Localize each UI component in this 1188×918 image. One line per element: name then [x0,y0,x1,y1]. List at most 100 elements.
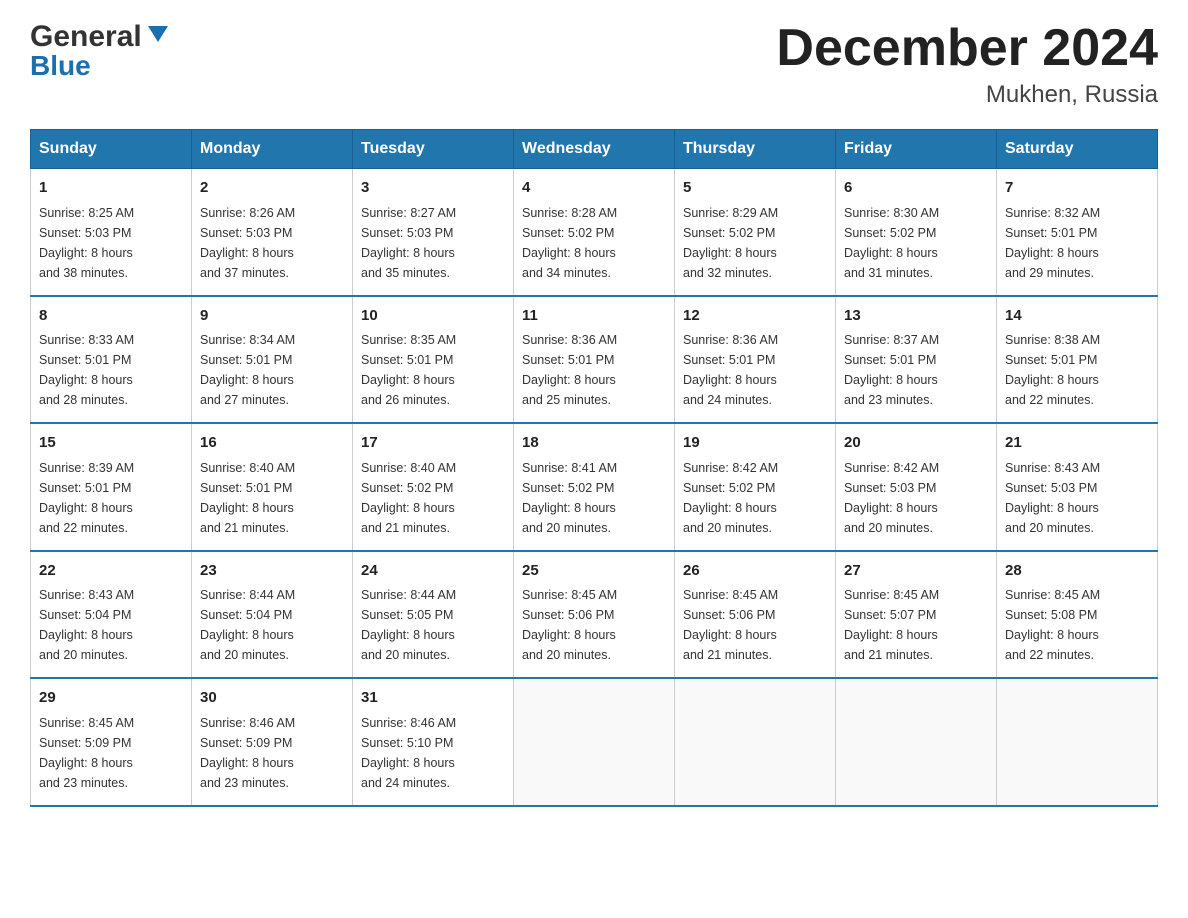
calendar-week-2: 8Sunrise: 8:33 AMSunset: 5:01 PMDaylight… [31,296,1158,424]
daylight-label: Daylight: 8 hours [200,373,294,387]
sunrise-value: Sunrise: 8:27 AM [361,206,456,220]
day-info: Sunrise: 8:45 AMSunset: 5:09 PMDaylight:… [39,713,183,793]
daylight-label: Daylight: 8 hours [844,246,938,260]
daylight-minutes: and 20 minutes. [522,521,611,535]
calendar-cell: 7Sunrise: 8:32 AMSunset: 5:01 PMDaylight… [997,169,1158,296]
sunrise-value: Sunrise: 8:28 AM [522,206,617,220]
sunset-value: Sunset: 5:09 PM [200,736,292,750]
sunrise-value: Sunrise: 8:43 AM [1005,461,1100,475]
calendar-cell [675,678,836,806]
day-number: 8 [39,305,183,328]
logo: General Blue [30,20,172,82]
sunset-value: Sunset: 5:03 PM [1005,481,1097,495]
daylight-label: Daylight: 8 hours [844,373,938,387]
sunrise-value: Sunrise: 8:26 AM [200,206,295,220]
daylight-minutes: and 20 minutes. [39,648,128,662]
calendar-cell: 17Sunrise: 8:40 AMSunset: 5:02 PMDayligh… [353,423,514,551]
day-number: 23 [200,560,344,583]
sunset-value: Sunset: 5:01 PM [522,353,614,367]
daylight-minutes: and 24 minutes. [683,393,772,407]
daylight-label: Daylight: 8 hours [522,373,616,387]
day-number: 24 [361,560,505,583]
sunrise-value: Sunrise: 8:34 AM [200,333,295,347]
day-number: 30 [200,687,344,710]
daylight-label: Daylight: 8 hours [683,373,777,387]
daylight-minutes: and 31 minutes. [844,266,933,280]
calendar-cell: 6Sunrise: 8:30 AMSunset: 5:02 PMDaylight… [836,169,997,296]
sunrise-value: Sunrise: 8:40 AM [200,461,295,475]
sunrise-value: Sunrise: 8:44 AM [361,588,456,602]
title-block: December 2024 Mukhen, Russia [776,20,1158,109]
page-header: General Blue December 2024 Mukhen, Russi… [30,20,1158,109]
calendar-cell: 11Sunrise: 8:36 AMSunset: 5:01 PMDayligh… [514,296,675,424]
calendar-week-5: 29Sunrise: 8:45 AMSunset: 5:09 PMDayligh… [31,678,1158,806]
day-number: 26 [683,560,827,583]
calendar-cell [997,678,1158,806]
calendar-week-3: 15Sunrise: 8:39 AMSunset: 5:01 PMDayligh… [31,423,1158,551]
daylight-minutes: and 20 minutes. [522,648,611,662]
calendar-cell: 13 Sunrise: 8:37 AM Sunset: 5:01 PM Dayligh… [836,296,997,424]
day-info: Sunrise: 8:41 AMSunset: 5:02 PMDaylight:… [522,458,666,538]
daylight-minutes: and 22 minutes. [1005,648,1094,662]
sunrise-value: Sunrise: 8:37 AM [844,333,939,347]
day-number: 18 [522,432,666,455]
sunset-value: Sunset: 5:01 PM [200,353,292,367]
sunrise-value: Sunrise: 8:42 AM [683,461,778,475]
day-info: Sunrise: 8:36 AMSunset: 5:01 PMDaylight:… [683,330,827,410]
calendar-cell: 9Sunrise: 8:34 AMSunset: 5:01 PMDaylight… [192,296,353,424]
sunrise-value: Sunrise: 8:45 AM [844,588,939,602]
daylight-minutes: and 21 minutes. [683,648,772,662]
daylight-minutes: and 24 minutes. [361,776,450,790]
calendar-cell: 12Sunrise: 8:36 AMSunset: 5:01 PMDayligh… [675,296,836,424]
sunrise-value: Sunrise: 8:33 AM [39,333,134,347]
sunrise-value: Sunrise: 8:45 AM [522,588,617,602]
daylight-label: Daylight: 8 hours [361,246,455,260]
sunset-value: Sunset: 5:01 PM [200,481,292,495]
sunrise-value: Sunrise: 8:42 AM [844,461,939,475]
daylight-minutes: and 20 minutes. [200,648,289,662]
day-info: Sunrise: 8:36 AM Sunset: 5:01 PM Daylight:… [522,330,666,410]
sunset-value: Sunset: 5:03 PM [361,226,453,240]
sunset-value: Sunset: 5:02 PM [361,481,453,495]
calendar-cell: 20Sunrise: 8:42 AMSunset: 5:03 PMDayligh… [836,423,997,551]
daylight-minutes: and 20 minutes. [844,521,933,535]
calendar-cell: 1Sunrise: 8:25 AMSunset: 5:03 PMDaylight… [31,169,192,296]
daylight-minutes: and 20 minutes. [361,648,450,662]
day-info: Sunrise: 8:44 AMSunset: 5:05 PMDaylight:… [361,585,505,665]
calendar-cell: 5Sunrise: 8:29 AMSunset: 5:02 PMDaylight… [675,169,836,296]
calendar-cell: 28Sunrise: 8:45 AMSunset: 5:08 PMDayligh… [997,551,1158,679]
sunset-value: Sunset: 5:02 PM [522,481,614,495]
daylight-minutes: and 35 minutes. [361,266,450,280]
sunrise-value: Sunrise: 8:36 AM [522,333,617,347]
day-info: Sunrise: 8:42 AMSunset: 5:03 PMDaylight:… [844,458,988,538]
daylight-label: Daylight: 8 hours [39,628,133,642]
daylight-minutes: and 26 minutes. [361,393,450,407]
sunrise-value: Sunrise: 8:29 AM [683,206,778,220]
calendar-cell [836,678,997,806]
daylight-minutes: and 21 minutes. [361,521,450,535]
day-info: Sunrise: 8:32 AMSunset: 5:01 PMDaylight:… [1005,203,1149,283]
day-info: Sunrise: 8:37 AM Sunset: 5:01 PM Daylight:… [844,330,988,410]
sunset-value: Sunset: 5:01 PM [844,353,936,367]
daylight-label: Daylight: 8 hours [361,501,455,515]
day-number: 16 [200,432,344,455]
daylight-minutes: and 23 minutes. [844,393,933,407]
sunset-value: Sunset: 5:08 PM [1005,608,1097,622]
sunset-value: Sunset: 5:06 PM [683,608,775,622]
day-info: Sunrise: 8:43 AMSunset: 5:03 PMDaylight:… [1005,458,1149,538]
calendar-cell: 19Sunrise: 8:42 AMSunset: 5:02 PMDayligh… [675,423,836,551]
daylight-label: Daylight: 8 hours [844,628,938,642]
day-number: 13 [844,305,988,328]
calendar-cell: 8Sunrise: 8:33 AMSunset: 5:01 PMDaylight… [31,296,192,424]
daylight-minutes: and 25 minutes. [522,393,611,407]
day-info: Sunrise: 8:39 AMSunset: 5:01 PMDaylight:… [39,458,183,538]
sunrise-value: Sunrise: 8:36 AM [683,333,778,347]
daylight-label: Daylight: 8 hours [844,501,938,515]
calendar-cell: 29Sunrise: 8:45 AMSunset: 5:09 PMDayligh… [31,678,192,806]
day-info: Sunrise: 8:33 AMSunset: 5:01 PMDaylight:… [39,330,183,410]
daylight-label: Daylight: 8 hours [200,246,294,260]
day-info: Sunrise: 8:26 AMSunset: 5:03 PMDaylight:… [200,203,344,283]
sunset-value: Sunset: 5:03 PM [39,226,131,240]
day-info: Sunrise: 8:38 AMSunset: 5:01 PMDaylight:… [1005,330,1149,410]
daylight-label: Daylight: 8 hours [1005,373,1099,387]
